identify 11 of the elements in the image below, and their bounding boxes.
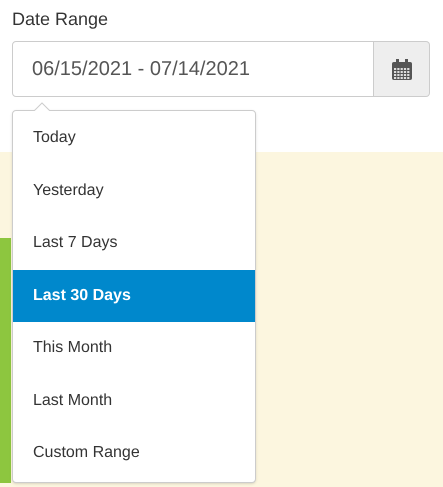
calendar-icon [392,58,412,80]
calendar-button[interactable] [374,41,430,97]
range-option[interactable]: Custom Range [13,427,255,480]
range-option[interactable]: Last 30 Days [13,270,255,322]
range-option[interactable]: This Month [13,322,255,374]
range-option[interactable]: Today [13,112,255,164]
range-option[interactable]: Yesterday [13,164,255,217]
range-option[interactable]: Last Month [13,374,255,427]
range-option[interactable]: Last 7 Days [13,217,255,270]
date-range-field[interactable]: 06/15/2021 - 07/14/2021 [12,41,374,97]
field-label: Date Range [12,8,108,31]
